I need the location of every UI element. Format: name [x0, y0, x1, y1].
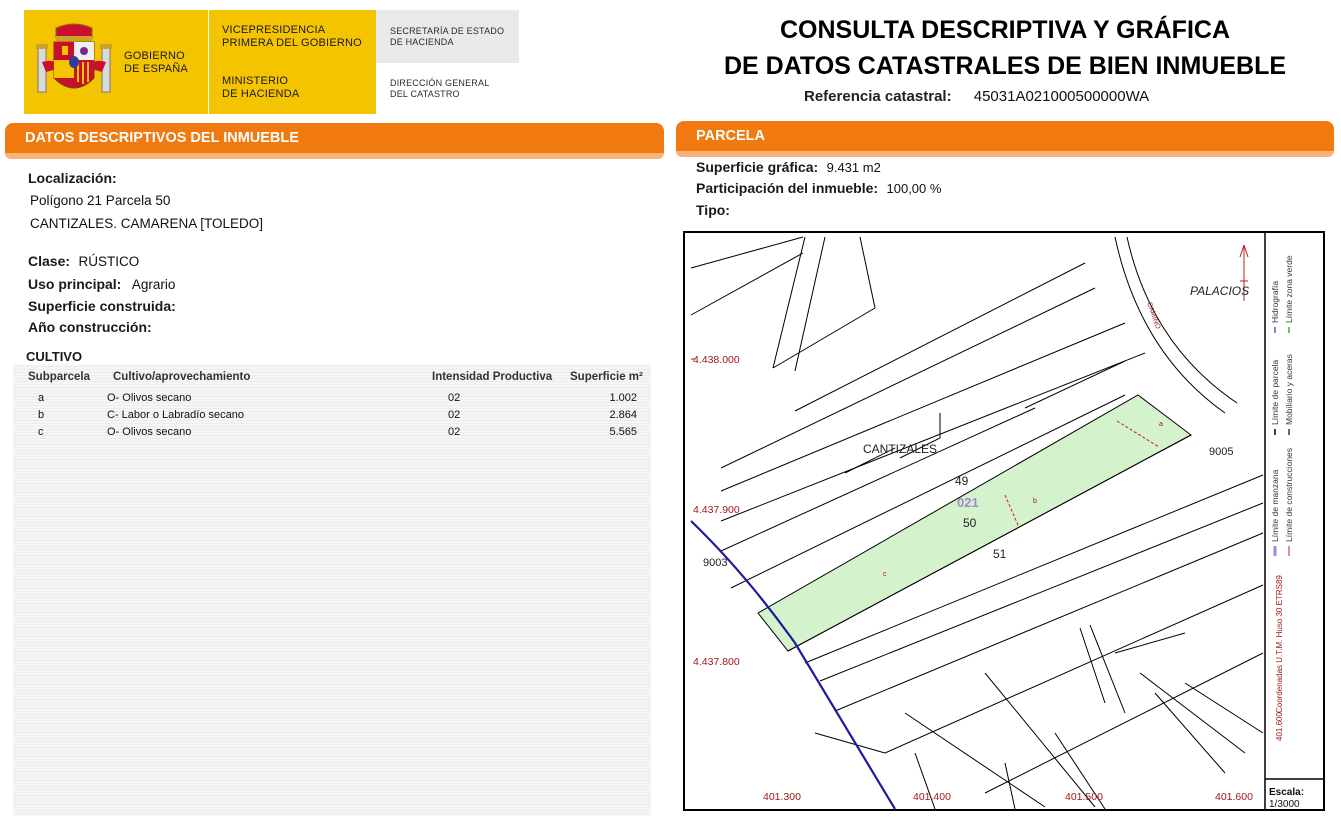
row-b-cultivo: C- Labor o Labradío secano — [107, 409, 244, 421]
code-9003-label: 9003 — [703, 557, 727, 569]
legend-limite-manzana: Límite de manzana — [1270, 469, 1280, 542]
vicepresidencia-line-2: PRIMERA DEL GOBIERNO — [222, 37, 362, 49]
row-c-sub: c — [38, 426, 44, 438]
anio-construccion-label: Año construcción: — [28, 319, 152, 335]
row-a-sub: a — [38, 392, 45, 404]
polygon-021-label: 021 — [957, 495, 979, 510]
secretaria-line-1: SECRETARÍA DE ESTADO — [390, 26, 505, 36]
direccion-line-1: DIRECCIÓN GENERAL — [390, 78, 490, 88]
superficie-grafica-value: 9.431 m2 — [826, 160, 881, 175]
datos-descriptivos-title: DATOS DESCRIPTIVOS DEL INMUEBLE — [25, 130, 299, 146]
secretaria-text: SECRETARÍA DE ESTADO DE HACIENDA — [390, 26, 504, 48]
gobierno-line-1: GOBIERNO — [124, 50, 185, 62]
gobierno-line-2: DE ESPAÑA — [124, 63, 188, 75]
legend-limite-construcciones: Límite de construcciones — [1284, 448, 1294, 542]
uso-value: Agrario — [131, 277, 176, 292]
clase-row: Clase: RÚSTICO — [28, 253, 139, 271]
cantizales-label: CANTIZALES — [863, 442, 937, 456]
legend-hidrografia: Hidrografía — [1270, 281, 1280, 323]
subparcel-b-label: b — [1033, 498, 1037, 505]
row-a-intensidad: 02 — [448, 392, 461, 404]
row-a-superficie: 1.002 — [609, 392, 637, 404]
superficie-grafica-row: Superficie gráfica: 9.431 m2 — [696, 159, 881, 177]
col-subparcela: Subparcela — [28, 371, 90, 383]
map-canvas: PALACIOS CAMINO CANTIZALES 49 021 50 51 … — [690, 233, 1323, 809]
code-9005-label: 9005 — [1209, 446, 1233, 458]
road-edge-outer — [1114, 236, 1226, 414]
ministerio-text: MINISTERIO DE HACIENDA — [222, 75, 299, 101]
document-title: CONSULTA DESCRIPTIVA Y GRÁFICA DE DATOS … — [700, 12, 1310, 84]
gobierno-text: GOBIERNO DE ESPAÑA — [124, 50, 188, 76]
legend-mobiliario: Mobiliario y aceras — [1284, 354, 1294, 425]
vicepresidencia-text: VICEPRESIDENCIA PRIMERA DEL GOBIERNO — [222, 24, 362, 50]
clase-value: RÚSTICO — [78, 254, 140, 269]
ministerio-line-2: DE HACIENDA — [222, 88, 300, 100]
clase-label: Clase: — [28, 253, 71, 269]
palacios-label: PALACIOS — [1190, 284, 1249, 298]
row-b-superficie: 2.864 — [609, 409, 637, 421]
row-c-superficie: 5.565 — [609, 426, 637, 438]
superficie-construida-label: Superficie construida: — [28, 298, 176, 314]
parcela-title: PARCELA — [696, 128, 766, 144]
coat-of-arms-icon — [36, 23, 112, 93]
col-cultivo: Cultivo/aprovechamiento — [113, 371, 251, 383]
x-coord-2: 401.400 — [913, 791, 951, 803]
legend-coords-note: Coordenadas U.T.M. Huso 30 ETRS89 — [1275, 575, 1284, 713]
document-title-line-1: CONSULTA DESCRIPTIVA Y GRÁFICA — [779, 16, 1231, 44]
road-edge-inner — [1126, 236, 1238, 404]
y-coord-1: 4.438.000 — [693, 354, 740, 366]
datos-descriptivos-header: DATOS DESCRIPTIVOS DEL INMUEBLE — [5, 123, 664, 159]
superficie-grafica-label: Superficie gráfica: — [696, 159, 819, 175]
direccion-line-2: DEL CATASTRO — [390, 89, 460, 99]
referencia-label: Referencia catastral: — [804, 88, 952, 105]
col-intensidad: Intensidad Productiva — [432, 371, 553, 383]
subparcel-a-label: a — [1159, 421, 1163, 428]
secretaria-line-2: DE HACIENDA — [390, 37, 454, 47]
y-coord-3: 4.437.800 — [693, 656, 740, 668]
legend-zona-verde: Límite zona verde — [1284, 255, 1294, 323]
row-a-cultivo: O- Olivos secano — [107, 392, 192, 404]
scale-label: Escala: — [1269, 787, 1304, 798]
localizacion-line-2: CANTIZALES. CAMARENA [TOLEDO] — [30, 216, 264, 231]
uso-label: Uso principal: — [28, 276, 122, 292]
referencia-catastral: Referencia catastral: 45031A021000500000… — [804, 88, 1149, 105]
y-coord-2: 4.437.900 — [693, 504, 740, 516]
logo-divider — [208, 10, 209, 114]
parcela-header: PARCELA — [676, 121, 1334, 157]
localizacion-label: Localización: — [28, 170, 117, 186]
x-coord-1: 401.300 — [763, 791, 801, 803]
row-c-intensidad: 02 — [448, 426, 461, 438]
ministerio-line-1: MINISTERIO — [222, 75, 289, 87]
legend-coord-ref: 401.600 — [1275, 712, 1284, 741]
cultivo-title: CULTIVO — [26, 349, 83, 364]
row-b-sub: b — [38, 409, 45, 421]
tipo-label: Tipo: — [696, 202, 730, 218]
row-b-intensidad: 02 — [448, 409, 461, 421]
x-coord-3: 401.500 — [1065, 791, 1103, 803]
legend-limite-parcela: Límite de parcela — [1270, 360, 1280, 425]
participacion-label: Participación del inmueble: — [696, 180, 879, 196]
localizacion-line-1: Polígono 21 Parcela 50 — [30, 193, 171, 208]
participacion-value: 100,00 % — [886, 181, 942, 196]
subparcel-c-label: c — [883, 571, 887, 578]
parcel-49-label: 49 — [955, 474, 969, 488]
scale-value: 1/3000 — [1269, 799, 1300, 809]
parcel-51-label: 51 — [993, 547, 1007, 561]
document-title-line-2: DE DATOS CATASTRALES DE BIEN INMUEBLE — [723, 52, 1287, 80]
referencia-value: 45031A021000500000WA — [973, 88, 1150, 105]
uso-row: Uso principal: Agrario — [28, 276, 175, 294]
row-c-cultivo: O- Olivos secano — [107, 426, 192, 438]
parcel-50-label: 50 — [963, 516, 977, 530]
direccion-text: DIRECCIÓN GENERAL DEL CATASTRO — [390, 78, 489, 100]
x-coord-4: 401.600 — [1215, 791, 1253, 803]
col-superficie: Superficie m² — [570, 371, 643, 383]
vicepresidencia-line-1: VICEPRESIDENCIA — [222, 24, 326, 36]
cadastral-map[interactable]: PALACIOS CAMINO CANTIZALES 49 021 50 51 … — [683, 231, 1325, 811]
participacion-row: Participación del inmueble: 100,00 % — [696, 180, 941, 198]
legend: Hidrografía Límite zona verde Límite de … — [1270, 255, 1294, 741]
